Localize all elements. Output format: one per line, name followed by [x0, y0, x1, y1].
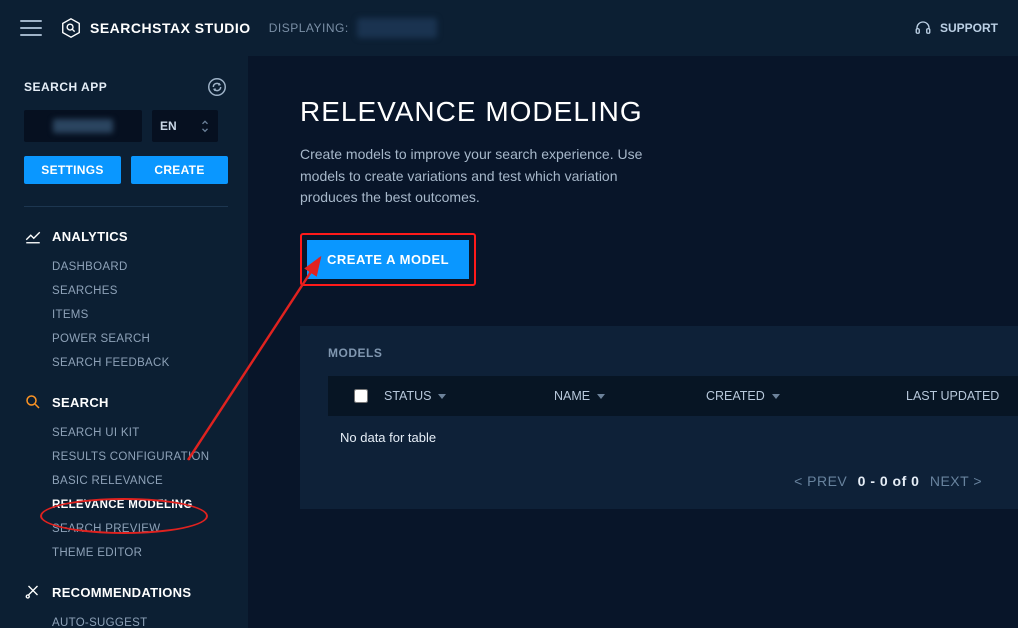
nav-item-items[interactable]: ITEMS — [24, 303, 228, 327]
nav-section-recommendations[interactable]: RECOMMENDATIONS — [24, 583, 228, 601]
annotation-highlight-box: CREATE A MODEL — [300, 233, 476, 286]
select-all-checkbox[interactable] — [354, 389, 368, 403]
pager: < PREV 0 - 0 of 0 NEXT > — [328, 459, 1018, 489]
models-title: MODELS — [328, 346, 1018, 360]
nav-section-search[interactable]: SEARCH — [24, 393, 228, 411]
nav-item-search-feedback[interactable]: SEARCH FEEDBACK — [24, 351, 228, 375]
analytics-icon — [24, 227, 42, 245]
col-updated[interactable]: LAST UPDATED — [906, 389, 1018, 403]
sort-icon — [771, 391, 781, 401]
models-card: MODELS STATUS NAME CREATED LAST UPDATED — [300, 326, 1018, 509]
nav-item-power-search[interactable]: POWER SEARCH — [24, 327, 228, 351]
displaying-value-redacted — [357, 18, 437, 38]
page-title: RELEVANCE MODELING — [300, 96, 1018, 128]
nav-item-dashboard[interactable]: DASHBOARD — [24, 255, 228, 279]
nav-item-search-preview[interactable]: SEARCH PREVIEW — [24, 517, 228, 541]
divider — [24, 206, 228, 207]
chevron-updown-icon — [200, 118, 210, 135]
nav-item-auto-suggest[interactable]: AUTO-SUGGEST — [24, 611, 228, 628]
sort-icon — [437, 391, 447, 401]
displaying-label: DISPLAYING: — [269, 18, 437, 38]
logo-hex-icon — [60, 17, 82, 39]
create-button[interactable]: CREATE — [131, 156, 228, 184]
table-header: STATUS NAME CREATED LAST UPDATED — [328, 376, 1018, 416]
sort-icon — [596, 391, 606, 401]
create-model-button[interactable]: CREATE A MODEL — [307, 240, 469, 279]
language-selector[interactable]: EN — [152, 110, 218, 142]
search-icon — [24, 393, 42, 411]
pager-prev[interactable]: < PREV — [794, 473, 847, 489]
table-empty-message: No data for table — [328, 416, 1018, 459]
nav-item-search-ui-kit[interactable]: SEARCH UI KIT — [24, 421, 228, 445]
headset-icon — [914, 19, 932, 37]
support-link[interactable]: SUPPORT — [914, 19, 998, 37]
app-selector[interactable] — [24, 110, 142, 142]
nav-item-relevance-modeling[interactable]: RELEVANCE MODELING — [24, 493, 228, 517]
col-name[interactable]: NAME — [554, 389, 706, 403]
tools-icon — [24, 583, 42, 601]
nav-section-analytics[interactable]: ANALYTICS — [24, 227, 228, 245]
page-description: Create models to improve your search exp… — [300, 144, 670, 209]
brand-logo[interactable]: SEARCHSTAX STUDIO — [60, 17, 251, 39]
search-app-label: SEARCH APP — [24, 80, 107, 94]
nav-item-searches[interactable]: SEARCHES — [24, 279, 228, 303]
menu-icon[interactable] — [20, 20, 42, 36]
nav-item-theme-editor[interactable]: THEME EDITOR — [24, 541, 228, 565]
settings-button[interactable]: SETTINGS — [24, 156, 121, 184]
nav-item-results-config[interactable]: RESULTS CONFIGURATION — [24, 445, 228, 469]
refresh-icon[interactable] — [206, 76, 228, 98]
brand-text: SEARCHSTAX STUDIO — [90, 20, 251, 36]
pager-next[interactable]: NEXT > — [930, 473, 982, 489]
col-created[interactable]: CREATED — [706, 389, 906, 403]
col-status[interactable]: STATUS — [384, 389, 554, 403]
pager-range: 0 - 0 of 0 — [858, 473, 920, 489]
nav-item-basic-relevance[interactable]: BASIC RELEVANCE — [24, 469, 228, 493]
app-name-redacted — [53, 119, 113, 133]
